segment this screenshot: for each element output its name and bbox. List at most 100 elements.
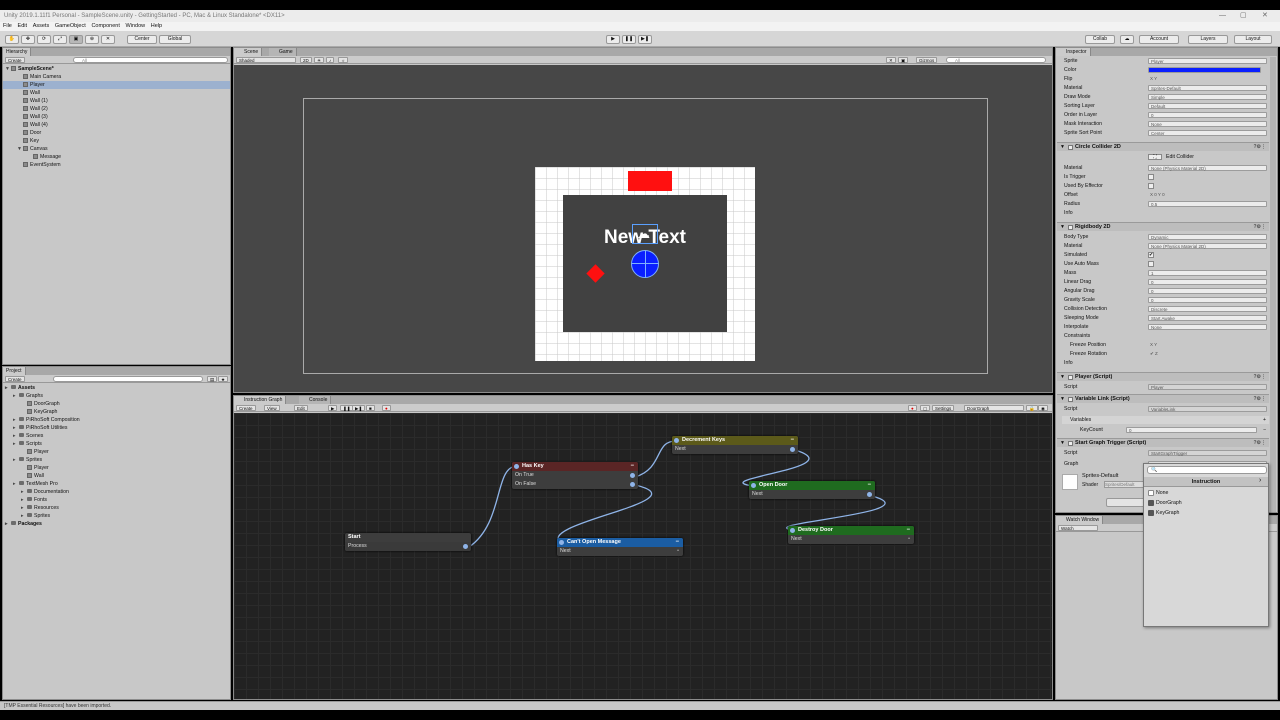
graph-lock-icon[interactable]: ▢ bbox=[920, 405, 931, 411]
field-checkbox[interactable] bbox=[1148, 174, 1154, 180]
scene-viewport[interactable]: New Text ☁ bbox=[234, 65, 1052, 392]
hierarchy-search-input[interactable]: All bbox=[73, 57, 228, 63]
lighting-icon[interactable]: ☀ bbox=[314, 57, 325, 63]
effects-icon[interactable]: ☼ bbox=[338, 57, 349, 63]
node-decrement-keys[interactable]: Decrement Keys − Next bbox=[672, 436, 798, 454]
scene-search-input[interactable]: All bbox=[946, 57, 1046, 63]
shader-dropdown[interactable]: Sprites/Default bbox=[1104, 481, 1144, 488]
list-item[interactable]: Wall bbox=[3, 472, 230, 480]
door-sprite[interactable] bbox=[628, 171, 672, 191]
maximize-icon[interactable]: ▢ bbox=[1240, 10, 1247, 22]
enabled-checkbox[interactable] bbox=[1068, 441, 1073, 446]
component-menu-icon[interactable]: ?⚙⋮ bbox=[1253, 223, 1266, 232]
list-item[interactable]: Main Camera bbox=[3, 73, 230, 81]
variable-link-header[interactable]: ▼ Variable Link (Script) ?⚙⋮ bbox=[1057, 394, 1269, 403]
circle-collider-header[interactable]: ▼ Circle Collider 2D ?⚙⋮ bbox=[1057, 142, 1269, 151]
input-port[interactable] bbox=[559, 540, 564, 545]
list-item[interactable]: ▸ Scenes bbox=[3, 432, 230, 440]
graph-settings-dropdown[interactable]: Settings bbox=[932, 405, 955, 411]
menu-help[interactable]: Help bbox=[151, 23, 162, 29]
list-item[interactable]: ▸ Assets bbox=[3, 384, 230, 392]
field-value[interactable]: 0.5 bbox=[1148, 201, 1267, 207]
graph-stop-icon[interactable]: ■ bbox=[366, 405, 375, 411]
field-value[interactable]: X 0 Y 0 bbox=[1148, 192, 1267, 198]
shading-mode-dropdown[interactable]: Shaded bbox=[236, 57, 296, 63]
field-value[interactable]: Center bbox=[1148, 130, 1267, 136]
toggle-2d-button[interactable]: 2D bbox=[300, 57, 312, 63]
output-port[interactable] bbox=[630, 473, 635, 478]
custom-tool-icon[interactable]: ✕ bbox=[101, 35, 115, 44]
list-item[interactable]: ▸ Documentation bbox=[3, 488, 230, 496]
chevron-right-icon[interactable]: › bbox=[1259, 477, 1261, 484]
input-port[interactable] bbox=[751, 483, 756, 488]
graph-view-dropdown[interactable]: View bbox=[264, 405, 280, 411]
foldout-arrow-icon[interactable]: ▼ bbox=[1060, 143, 1065, 152]
menu-window[interactable]: Window bbox=[126, 23, 146, 29]
list-item[interactable]: Message bbox=[3, 153, 230, 161]
list-item[interactable]: ▸ TextMesh Pro bbox=[3, 480, 230, 488]
graph-select-dropdown[interactable]: DoorGraph bbox=[964, 405, 1024, 411]
close-icon[interactable]: ✕ bbox=[1262, 10, 1268, 22]
collapse-icon[interactable]: − bbox=[867, 481, 871, 490]
pivot-center-button[interactable]: Center bbox=[127, 35, 157, 44]
graph-eye-icon[interactable]: ◉ bbox=[1038, 405, 1048, 411]
list-item[interactable]: ▸ Fonts bbox=[3, 496, 230, 504]
player-script-header[interactable]: ▼ Player (Script) ?⚙⋮ bbox=[1057, 372, 1269, 381]
tab-hierarchy[interactable]: Hierarchy bbox=[3, 48, 32, 56]
field-value[interactable]: X Y bbox=[1148, 76, 1267, 82]
variables-list-header[interactable]: Variables + bbox=[1062, 416, 1269, 424]
field-value[interactable]: Default bbox=[1148, 103, 1267, 109]
field-checkbox[interactable]: ✔ bbox=[1148, 252, 1154, 258]
collab-button[interactable]: Collab bbox=[1085, 35, 1115, 44]
foldout-arrow-icon[interactable]: ▼ bbox=[1060, 395, 1065, 404]
camera-icon[interactable]: ▣ bbox=[898, 57, 909, 63]
empty-port-icon[interactable]: • bbox=[908, 535, 910, 544]
field-value[interactable]: 0 bbox=[1148, 297, 1267, 303]
list-item[interactable]: ▸ Graphs bbox=[3, 392, 230, 400]
foldout-arrow-icon[interactable]: ▼ bbox=[1060, 223, 1065, 232]
hand-tool-icon[interactable]: ✋ bbox=[5, 35, 19, 44]
field-value[interactable]: 0 bbox=[1148, 288, 1267, 294]
node-destroy-door[interactable]: Destroy Door − Next • bbox=[788, 526, 914, 544]
list-item[interactable]: ▸ PiRhoSoft Composition bbox=[3, 416, 230, 424]
pause-button[interactable]: ❚❚ bbox=[622, 35, 636, 44]
project-search-input[interactable] bbox=[53, 376, 203, 382]
field-value[interactable]: Player bbox=[1148, 58, 1267, 64]
foldout-arrow-icon[interactable]: ▼ bbox=[1060, 439, 1065, 448]
project-create-button[interactable]: Create bbox=[5, 376, 25, 382]
list-item[interactable]: Door bbox=[3, 129, 230, 137]
step-button[interactable]: ▶❚ bbox=[638, 35, 652, 44]
list-item[interactable]: Wall (3) bbox=[3, 113, 230, 121]
input-port[interactable] bbox=[674, 438, 679, 443]
field-value[interactable]: Start Awake bbox=[1148, 315, 1267, 321]
collapse-icon[interactable]: − bbox=[630, 462, 634, 471]
graph-canvas[interactable]: Start Process Has Key − On True On False … bbox=[234, 413, 1052, 699]
list-item[interactable]: Wall bbox=[3, 89, 230, 97]
field-value[interactable]: None (Physics Material 2D) bbox=[1148, 243, 1267, 249]
field-checkbox[interactable] bbox=[1148, 261, 1154, 267]
enabled-checkbox[interactable] bbox=[1068, 225, 1073, 230]
input-port[interactable] bbox=[514, 464, 519, 469]
list-item[interactable]: ▸ Sprites bbox=[3, 512, 230, 520]
lock-icon[interactable]: 🔒 bbox=[1026, 405, 1038, 411]
list-item[interactable]: ▸ Resources bbox=[3, 504, 230, 512]
collapse-icon[interactable]: − bbox=[675, 538, 679, 547]
list-item[interactable]: Wall (4) bbox=[3, 121, 230, 129]
tab-scene[interactable]: Scene bbox=[234, 48, 263, 56]
scene-row[interactable]: ▼ SampleScene* bbox=[3, 65, 230, 73]
list-item[interactable]: KeyGraph bbox=[3, 408, 230, 416]
list-item[interactable]: ▼ Canvas bbox=[3, 145, 230, 153]
tab-game[interactable]: Game bbox=[269, 48, 297, 56]
list-item[interactable]: Wall (1) bbox=[3, 97, 230, 105]
graph-step-icon[interactable]: ▶❚ bbox=[352, 405, 366, 411]
picker-item-keygraph[interactable]: KeyGraph bbox=[1144, 508, 1268, 518]
graph-play-icon[interactable]: ▶ bbox=[328, 405, 338, 411]
menu-gameobject[interactable]: GameObject bbox=[55, 23, 86, 29]
list-item[interactable]: Player bbox=[3, 464, 230, 472]
minimize-icon[interactable]: — bbox=[1219, 10, 1226, 22]
picker-search-input[interactable]: 🔍 bbox=[1147, 466, 1267, 474]
enabled-checkbox[interactable] bbox=[1068, 397, 1073, 402]
filter-type-icon[interactable]: ▤ bbox=[207, 376, 218, 382]
graph-edit-dropdown[interactable]: Edit bbox=[294, 405, 308, 411]
empty-port-icon[interactable]: • bbox=[677, 547, 679, 556]
